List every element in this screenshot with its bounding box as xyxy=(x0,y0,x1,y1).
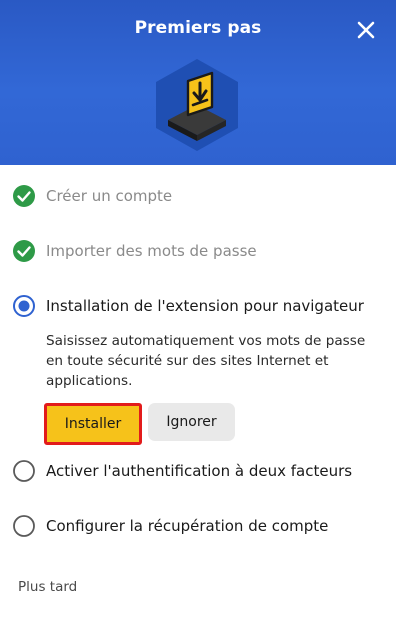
radio-selected-icon xyxy=(13,295,35,317)
step-browser-extension[interactable]: Installation de l'extension pour navigat… xyxy=(12,293,364,319)
description-line: applications. xyxy=(46,373,133,389)
step-create-account[interactable]: Créer un compte xyxy=(12,183,172,209)
step-description: Saisissez automatiquement vos mots de pa… xyxy=(46,331,384,391)
check-circle-icon xyxy=(13,240,35,262)
close-icon xyxy=(357,21,375,39)
later-link[interactable]: Plus tard xyxy=(18,579,77,595)
monitor-download-icon xyxy=(156,59,238,151)
radio-empty-icon xyxy=(13,515,35,537)
getting-started-panel: Premiers pas Créer un compte Importer de… xyxy=(0,0,396,623)
close-button[interactable] xyxy=(354,18,378,42)
step-label: Installation de l'extension pour navigat… xyxy=(46,297,364,315)
check-circle-icon xyxy=(13,185,35,207)
install-button[interactable]: Installer xyxy=(44,403,142,445)
step-label: Configurer la récupération de compte xyxy=(46,517,329,535)
description-line: Saisissez automatiquement vos mots de pa… xyxy=(46,333,366,349)
step-import-passwords[interactable]: Importer des mots de passe xyxy=(12,238,257,264)
radio-empty-icon xyxy=(13,460,35,482)
panel-header: Premiers pas xyxy=(0,0,396,165)
step-two-factor[interactable]: Activer l'authentification à deux facteu… xyxy=(12,458,352,484)
description-line: en toute sécurité sur des sites Internet… xyxy=(46,353,329,369)
ignore-button[interactable]: Ignorer xyxy=(148,403,235,441)
step-label: Importer des mots de passe xyxy=(46,242,257,260)
panel-title: Premiers pas xyxy=(134,18,262,38)
step-label: Créer un compte xyxy=(46,187,173,205)
step-label: Activer l'authentification à deux facteu… xyxy=(46,462,353,480)
step-account-recovery[interactable]: Configurer la récupération de compte xyxy=(12,513,328,539)
